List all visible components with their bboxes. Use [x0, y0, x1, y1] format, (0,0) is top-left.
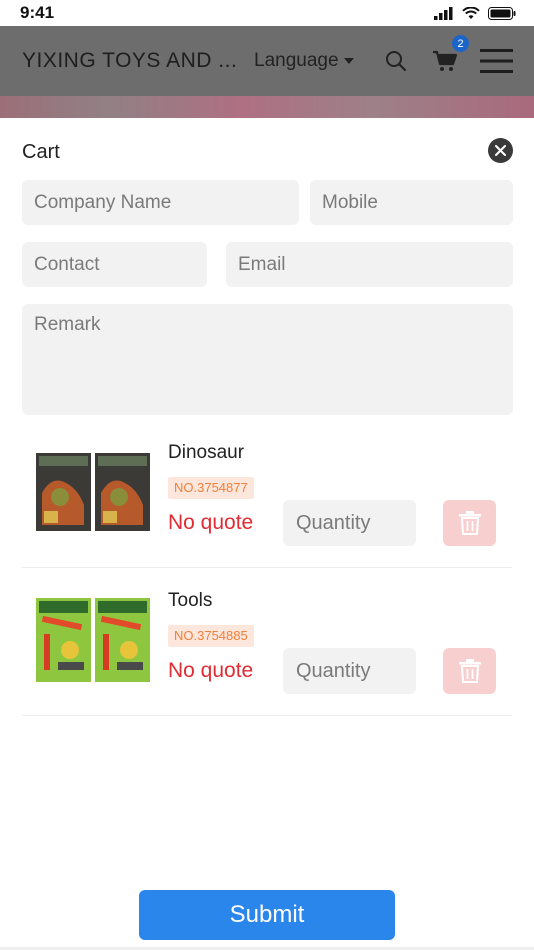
status-time: 9:41 — [20, 3, 55, 22]
quantity-field[interactable] — [283, 500, 416, 546]
mobile-field[interactable] — [310, 180, 513, 225]
close-button[interactable] — [488, 138, 513, 163]
battery-icon — [488, 6, 516, 20]
close-icon — [495, 145, 506, 156]
quantity-field[interactable] — [283, 648, 416, 694]
cart-count-badge: 2 — [452, 35, 469, 52]
cart-title: Cart — [22, 141, 60, 163]
banner-strip — [0, 96, 534, 120]
signal-icon — [434, 6, 453, 20]
trash-icon — [458, 511, 481, 535]
cart-item: Tools NO.3754885 No quote — [22, 568, 512, 716]
language-label: Language — [254, 50, 339, 71]
product-image[interactable] — [36, 598, 150, 682]
status-bar: 9:41 — [0, 0, 534, 26]
caret-down-icon — [343, 58, 354, 64]
delete-button[interactable] — [443, 648, 496, 694]
item-code: NO.3754877 — [168, 477, 254, 499]
wifi-icon — [462, 6, 480, 19]
trash-icon — [458, 659, 481, 683]
language-selector[interactable]: Language — [254, 50, 354, 72]
email-field[interactable] — [226, 242, 513, 287]
remark-field[interactable] — [22, 304, 513, 415]
item-code: NO.3754885 — [168, 625, 254, 647]
contact-field[interactable] — [22, 242, 207, 287]
item-quote: No quote — [168, 659, 254, 682]
item-name: Tools — [168, 590, 213, 611]
submit-button[interactable]: Submit — [139, 890, 395, 940]
status-icons — [434, 6, 516, 20]
item-quote: No quote — [168, 511, 254, 534]
search-icon[interactable] — [385, 26, 407, 96]
company-name-field[interactable] — [22, 180, 299, 225]
site-title[interactable]: YIXING TOYS AND ... — [22, 49, 250, 73]
item-name: Dinosaur — [168, 442, 245, 463]
site-header: YIXING TOYS AND ... Language 2 — [0, 26, 534, 96]
cart-item: Dinosaur NO.3754877 No quote — [22, 420, 512, 568]
product-image[interactable] — [36, 453, 150, 531]
cart-icon[interactable]: 2 — [432, 26, 469, 96]
menu-icon[interactable] — [480, 26, 513, 96]
delete-button[interactable] — [443, 500, 496, 546]
cart-sheet: Cart Dinosaur NO.3754877 — [0, 118, 534, 950]
